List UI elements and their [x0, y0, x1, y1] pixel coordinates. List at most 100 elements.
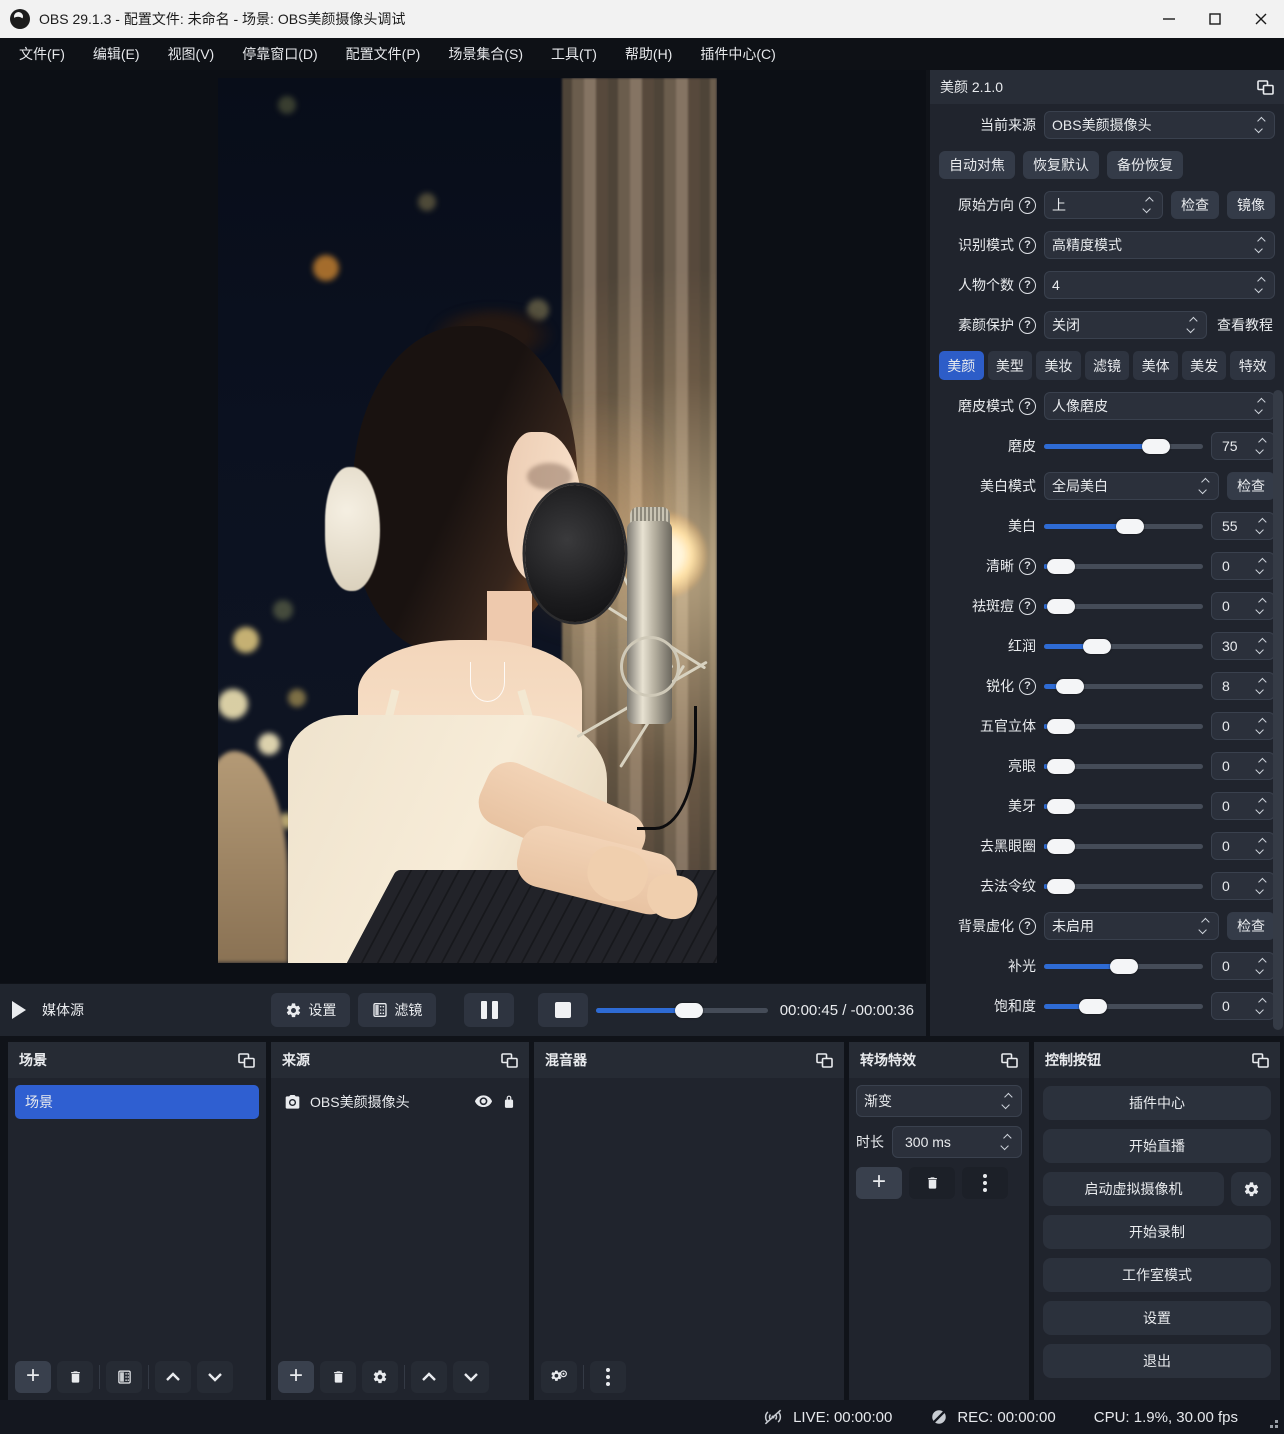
nasolabial-spinbox[interactable]: 0: [1211, 872, 1275, 900]
panel-scrollbar[interactable]: [1273, 390, 1283, 1030]
move-source-down-button[interactable]: [453, 1361, 489, 1393]
minimize-button[interactable]: [1146, 0, 1192, 38]
tab-beauty[interactable]: 美颜: [939, 351, 984, 380]
features-spinbox[interactable]: 0: [1211, 712, 1275, 740]
popout-dock-icon[interactable]: [1001, 1053, 1018, 1068]
restore-defaults-button[interactable]: 恢复默认: [1023, 151, 1099, 179]
features-slider[interactable]: [1044, 712, 1203, 740]
popout-dock-icon[interactable]: [501, 1053, 518, 1068]
tab-effects[interactable]: 特效: [1230, 351, 1275, 380]
settings-button[interactable]: 设置: [1043, 1301, 1271, 1335]
add-source-button[interactable]: +: [278, 1361, 314, 1393]
teeth-slider[interactable]: [1044, 792, 1203, 820]
visibility-eye-icon[interactable]: [474, 1095, 493, 1109]
orientation-select[interactable]: 上: [1044, 191, 1163, 219]
bright-eyes-spinbox[interactable]: 0: [1211, 752, 1275, 780]
orientation-check-button[interactable]: 检查: [1171, 191, 1219, 219]
media-filters-button[interactable]: 滤镜: [358, 993, 436, 1027]
autofocus-button[interactable]: 自动对焦: [939, 151, 1015, 179]
whiten-slider[interactable]: [1044, 512, 1203, 540]
mixer-more-button[interactable]: [590, 1361, 626, 1393]
popout-dock-icon[interactable]: [1252, 1053, 1269, 1068]
tab-body[interactable]: 美体: [1133, 351, 1178, 380]
background-blur-check-button[interactable]: 检查: [1227, 912, 1275, 940]
popout-dock-icon[interactable]: [238, 1053, 255, 1068]
sharpen-spinbox[interactable]: 8: [1211, 672, 1275, 700]
blemish-slider[interactable]: [1044, 592, 1203, 620]
dark-circles-spinbox[interactable]: 0: [1211, 832, 1275, 860]
blemish-spinbox[interactable]: 0: [1211, 592, 1275, 620]
sharpen-slider[interactable]: [1044, 672, 1203, 700]
current-source-select[interactable]: OBS美颜摄像头: [1044, 111, 1275, 139]
tab-reshape[interactable]: 美型: [988, 351, 1033, 380]
preview-canvas[interactable]: [0, 70, 926, 983]
move-scene-down-button[interactable]: [197, 1361, 233, 1393]
menu-tools[interactable]: 工具(T): [538, 39, 610, 69]
pause-button[interactable]: [464, 993, 514, 1027]
tab-hair[interactable]: 美发: [1182, 351, 1227, 380]
media-settings-button[interactable]: 设置: [271, 993, 350, 1027]
source-properties-button[interactable]: [362, 1361, 398, 1393]
scene-list-item[interactable]: 场景: [15, 1085, 259, 1119]
whiten-spinbox[interactable]: 55: [1211, 512, 1275, 540]
resize-grip[interactable]: [1267, 1417, 1279, 1429]
scene-filters-button[interactable]: [106, 1361, 142, 1393]
help-icon[interactable]: ?: [1019, 277, 1036, 294]
duration-spinbox[interactable]: 300 ms: [892, 1126, 1022, 1158]
remove-transition-button[interactable]: [909, 1167, 955, 1199]
help-icon[interactable]: ?: [1019, 197, 1036, 214]
media-progress-slider[interactable]: [596, 996, 767, 1024]
menu-help[interactable]: 帮助(H): [612, 39, 685, 69]
detect-mode-select[interactable]: 高精度模式: [1044, 231, 1275, 259]
teeth-spinbox[interactable]: 0: [1211, 792, 1275, 820]
menu-scene-collection[interactable]: 场景集合(S): [435, 39, 536, 69]
menu-file[interactable]: 文件(F): [6, 39, 78, 69]
menu-view[interactable]: 视图(V): [155, 39, 228, 69]
remove-scene-button[interactable]: [57, 1361, 93, 1393]
rosy-slider[interactable]: [1044, 632, 1203, 660]
tab-filter[interactable]: 滤镜: [1085, 351, 1130, 380]
clarity-slider[interactable]: [1044, 552, 1203, 580]
tab-makeup[interactable]: 美妆: [1036, 351, 1081, 380]
advanced-audio-button[interactable]: [541, 1361, 577, 1393]
stop-button[interactable]: [538, 993, 588, 1027]
move-scene-up-button[interactable]: [155, 1361, 191, 1393]
remove-source-button[interactable]: [320, 1361, 356, 1393]
menu-profile[interactable]: 配置文件(P): [333, 39, 434, 69]
background-blur-select[interactable]: 未启用: [1044, 912, 1219, 940]
popout-dock-icon[interactable]: [816, 1053, 833, 1068]
smooth-mode-select[interactable]: 人像磨皮: [1044, 392, 1275, 420]
start-virtual-camera-button[interactable]: 启动虚拟摄像机: [1043, 1172, 1224, 1206]
mirror-button[interactable]: 镜像: [1227, 191, 1275, 219]
menu-plugin-center[interactable]: 插件中心(C): [687, 39, 788, 69]
maximize-button[interactable]: [1192, 0, 1238, 38]
help-icon[interactable]: ?: [1019, 398, 1036, 415]
lock-icon[interactable]: [502, 1094, 516, 1110]
fill-light-spinbox[interactable]: 0: [1211, 952, 1275, 980]
help-icon[interactable]: ?: [1019, 598, 1036, 615]
smooth-slider[interactable]: [1044, 432, 1203, 460]
clarity-spinbox[interactable]: 0: [1211, 552, 1275, 580]
whiten-mode-select[interactable]: 全局美白: [1044, 472, 1219, 500]
bright-eyes-slider[interactable]: [1044, 752, 1203, 780]
source-list-item[interactable]: OBS美颜摄像头: [278, 1085, 522, 1119]
plugin-center-button[interactable]: 插件中心: [1043, 1086, 1271, 1120]
saturation-spinbox[interactable]: 0: [1211, 992, 1275, 1020]
transition-select[interactable]: 渐变: [856, 1085, 1022, 1117]
whiten-check-button[interactable]: 检查: [1227, 472, 1275, 500]
dark-circles-slider[interactable]: [1044, 832, 1203, 860]
start-recording-button[interactable]: 开始录制: [1043, 1215, 1271, 1249]
bareface-protect-select[interactable]: 关闭: [1044, 311, 1207, 339]
start-streaming-button[interactable]: 开始直播: [1043, 1129, 1271, 1163]
add-transition-button[interactable]: +: [856, 1167, 902, 1199]
close-button[interactable]: [1238, 0, 1284, 38]
virtual-camera-settings-button[interactable]: [1231, 1172, 1271, 1206]
menu-edit[interactable]: 编辑(E): [80, 39, 153, 69]
exit-button[interactable]: 退出: [1043, 1344, 1271, 1378]
fill-light-slider[interactable]: [1044, 952, 1203, 980]
nasolabial-slider[interactable]: [1044, 872, 1203, 900]
rosy-spinbox[interactable]: 30: [1211, 632, 1275, 660]
popout-dock-icon[interactable]: [1257, 80, 1274, 95]
help-icon[interactable]: ?: [1019, 918, 1036, 935]
tutorial-link[interactable]: 查看教程: [1215, 315, 1275, 335]
